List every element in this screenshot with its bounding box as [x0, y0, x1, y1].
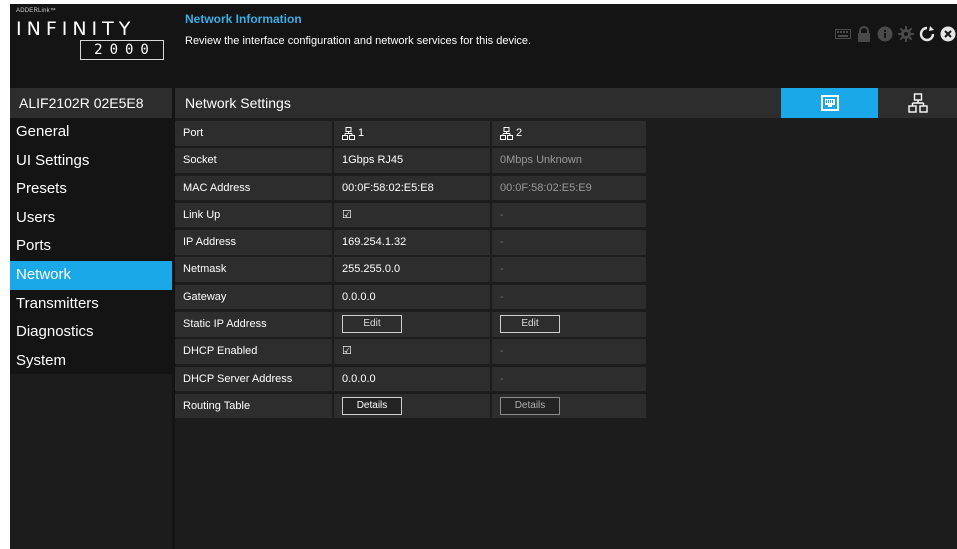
keyboard-icon[interactable]	[834, 25, 852, 43]
port-1-value: Details	[334, 393, 490, 419]
sidebar-item-presets[interactable]: Presets	[10, 175, 172, 204]
logo: ADDERLink™ INFINITY 2000	[10, 4, 172, 84]
tab-network-settings[interactable]	[781, 88, 878, 118]
row-label: Port	[175, 121, 332, 146]
row-label: Socket	[175, 148, 332, 173]
refresh-icon[interactable]	[918, 25, 936, 43]
row-label: Netmask	[175, 257, 332, 282]
page-subtitle: Review the interface configuration and n…	[185, 35, 532, 47]
port-1-number: 1	[358, 127, 365, 139]
table-row-dhcp-server: DHCP Server Address 0.0.0.0 -	[175, 366, 648, 392]
settings-icon[interactable]	[897, 25, 915, 43]
port-2-number: 2	[516, 127, 523, 139]
port-2-value: -	[492, 257, 646, 282]
sidebar-item-general[interactable]: General	[10, 118, 172, 147]
port-2-value: -	[492, 284, 646, 310]
table-row-mac-address: MAC Address 00:0F:58:02:E5:E8 00:0F:58:0…	[175, 175, 648, 201]
row-label: Link Up	[175, 202, 332, 228]
port-1-value: 255.255.0.0	[334, 257, 490, 282]
port-2-header: 2	[492, 121, 646, 146]
port-2-value: -	[492, 202, 646, 228]
row-label: IP Address	[175, 230, 332, 255]
network-settings-table: Port 1 2 Socket 1Gbps RJ45 0Mbps Unknown…	[175, 121, 648, 421]
port-2-value: Details	[492, 393, 646, 419]
lock-icon[interactable]	[855, 25, 873, 43]
sidebar-item-transmitters[interactable]: Transmitters	[10, 290, 172, 319]
sidebar-item-ui-settings[interactable]: UI Settings	[10, 147, 172, 176]
table-row-routing-table: Routing Table Details Details	[175, 393, 648, 419]
port-1-value: 0.0.0.0	[334, 366, 490, 392]
port-2-value: -	[492, 339, 646, 364]
row-label: Static IP Address	[175, 312, 332, 337]
header-toolbar	[834, 22, 957, 46]
section-title: Network Settings	[185, 95, 291, 111]
port-1-value: 00:0F:58:02:E5:E8	[334, 175, 490, 201]
sidebar-item-ports[interactable]: Ports	[10, 232, 172, 261]
device-name: ALIF2102R 02E5E8	[10, 88, 172, 118]
logo-product-name: INFINITY	[16, 18, 136, 40]
table-row-gateway: Gateway 0.0.0.0 -	[175, 284, 648, 310]
table-row-netmask: Netmask 255.255.0.0 -	[175, 257, 648, 282]
row-label: DHCP Enabled	[175, 339, 332, 364]
network-topology-icon	[907, 93, 928, 113]
page-title: Network Information	[185, 12, 302, 26]
port-1-header: 1	[334, 121, 490, 146]
port-2-value: 00:0F:58:02:E5:E9	[492, 175, 646, 201]
sidebar-item-users[interactable]: Users	[10, 204, 172, 233]
app-window: ADDERLink™ INFINITY 2000 Network Informa…	[10, 4, 957, 549]
sidebar-item-system[interactable]: System	[10, 347, 172, 376]
row-label: Gateway	[175, 284, 332, 310]
row-label: Routing Table	[175, 393, 332, 419]
table-row-link-up: Link Up ☑ -	[175, 202, 648, 228]
table-row-port: Port 1 2	[175, 121, 648, 146]
port-2-value: -	[492, 230, 646, 255]
sidebar-item-network[interactable]: Network	[10, 260, 172, 290]
ethernet-port-icon	[820, 95, 839, 111]
sidebar-empty-area	[10, 374, 172, 549]
info-icon[interactable]	[876, 25, 894, 43]
close-icon[interactable]	[939, 25, 957, 43]
network-port-icon	[342, 126, 355, 140]
port-1-value: 1Gbps RJ45	[334, 148, 490, 173]
table-row-ip-address: IP Address 169.254.1.32 -	[175, 230, 648, 255]
port-1-value: Edit	[334, 312, 490, 337]
port-1-value: 169.254.1.32	[334, 230, 490, 255]
logo-model-number: 2000	[80, 40, 164, 60]
routing-details-port-1-button[interactable]: Details	[342, 397, 402, 416]
row-label: DHCP Server Address	[175, 366, 332, 392]
port-1-value: 0.0.0.0	[334, 284, 490, 310]
logo-brand-text: ADDERLink™	[16, 8, 57, 14]
port-2-value: 0Mbps Unknown	[492, 148, 646, 173]
edit-static-ip-port-2-button[interactable]: Edit	[500, 315, 560, 334]
sidebar-item-diagnostics[interactable]: Diagnostics	[10, 318, 172, 347]
table-row-static-ip: Static IP Address Edit Edit	[175, 312, 648, 337]
network-port-icon	[500, 126, 513, 140]
edit-static-ip-port-1-button[interactable]: Edit	[342, 315, 402, 334]
sidebar: General UI Settings Presets Users Ports …	[10, 118, 172, 375]
table-row-socket: Socket 1Gbps RJ45 0Mbps Unknown	[175, 148, 648, 173]
table-row-dhcp-enabled: DHCP Enabled ☑ -	[175, 339, 648, 364]
routing-details-port-2-button[interactable]: Details	[500, 397, 560, 416]
section-header: Network Settings	[175, 88, 957, 118]
port-2-value: -	[492, 366, 646, 392]
row-label: MAC Address	[175, 175, 332, 201]
port-2-value: Edit	[492, 312, 646, 337]
tab-network-topology[interactable]	[878, 88, 957, 118]
dhcp-enabled-checkbox: ☑	[334, 339, 490, 364]
link-up-checkbox: ☑	[334, 202, 490, 228]
